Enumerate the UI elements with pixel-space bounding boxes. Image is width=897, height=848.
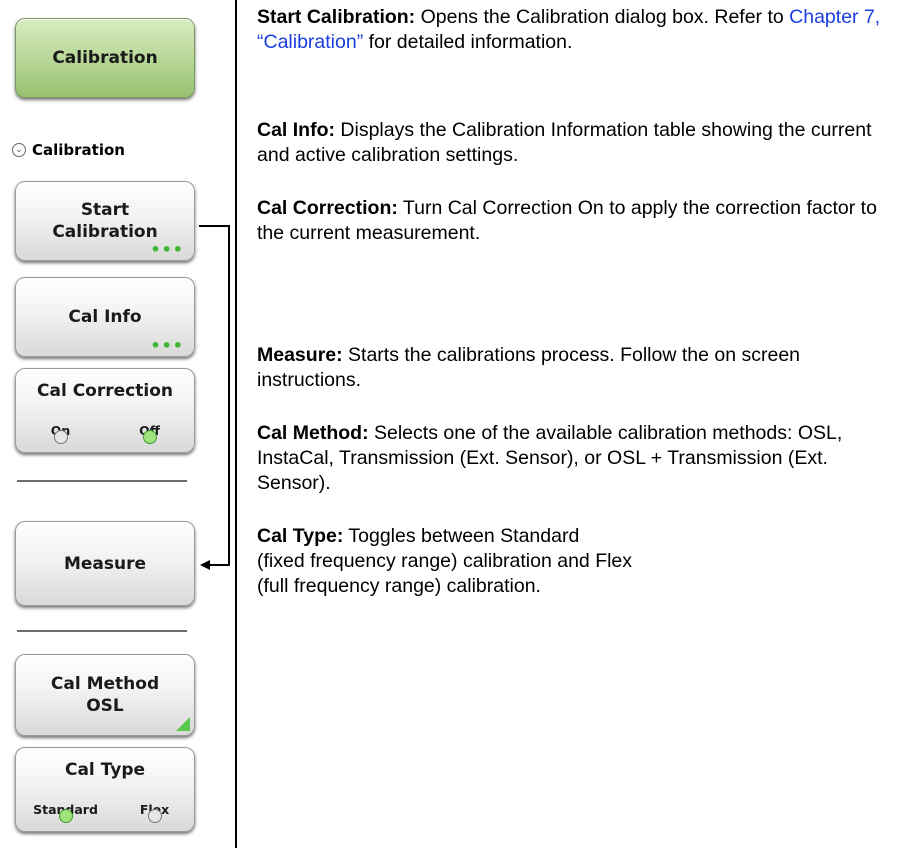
start-calibration-label-line2: Calibration (52, 222, 158, 242)
cal-info-button[interactable]: Cal Info ••• (15, 277, 195, 357)
bracket-connector-top (199, 225, 229, 227)
desc-cal-correction: Cal Correction: Turn Cal Correction On t… (257, 196, 887, 246)
toggle-option-standard: Standard (26, 802, 106, 823)
desc-term: Cal Correction: (257, 197, 398, 219)
desc-term: Cal Info: (257, 119, 335, 141)
desc-text: Toggles between Standard (343, 525, 580, 547)
toggle-option-off: Off (120, 423, 180, 444)
desc-term: Measure: (257, 344, 343, 366)
column-divider (235, 0, 237, 848)
menu-title-label: Calibration (32, 141, 125, 159)
start-calibration-label-line1: Start (80, 200, 130, 220)
start-calibration-button[interactable]: Start Calibration ••• (15, 181, 195, 261)
measure-label: Measure (63, 553, 147, 574)
desc-cal-info: Cal Info: Displays the Calibration Infor… (257, 118, 887, 168)
desc-text: (fixed frequency range) calibration and … (257, 550, 633, 572)
calibration-main-button[interactable]: Calibration (15, 18, 195, 98)
separator (17, 630, 187, 632)
bracket-connector-bottom (210, 564, 230, 566)
chevron-down-icon: ⌄ (12, 143, 26, 157)
cal-type-toggle[interactable]: Cal Type Standard Flex (15, 747, 195, 832)
submenu-dots-icon: ••• (150, 336, 184, 355)
desc-text: Displays the Calibration Information tab… (257, 119, 872, 166)
submenu-dots-icon: ••• (150, 240, 184, 259)
bracket-connector-vertical (228, 225, 230, 565)
indicator-off-icon (147, 809, 162, 823)
desc-text: for detailed information. (363, 31, 573, 53)
desc-text: (full frequency range) calibration. (257, 575, 541, 597)
cal-method-value: OSL (86, 696, 124, 716)
calibration-menu-title[interactable]: ⌄ Calibration (12, 141, 125, 159)
desc-term: Start Calibration: (257, 6, 416, 28)
measure-button[interactable]: Measure (15, 521, 195, 606)
cal-correction-options: On Off (16, 423, 194, 444)
cal-correction-label: Cal Correction (37, 381, 173, 401)
desc-term: Cal Method: (257, 422, 369, 444)
arrow-left-icon (200, 560, 210, 570)
cal-method-label: Cal Method (50, 674, 160, 694)
desc-text: Opens the Calibration dialog box. Refer … (415, 6, 790, 28)
cal-correction-toggle[interactable]: Cal Correction On Off (15, 368, 195, 453)
indicator-selected-icon (58, 809, 73, 823)
cal-method-button[interactable]: Cal Method OSL (15, 654, 195, 736)
desc-cal-method: Cal Method: Selects one of the available… (257, 421, 887, 496)
desc-cal-type: Cal Type: Toggles between Standard (fixe… (257, 524, 887, 599)
desc-term: Cal Type: (257, 525, 344, 547)
toggle-option-on: On (31, 423, 91, 444)
indicator-selected-icon (142, 430, 157, 444)
separator (17, 480, 187, 482)
toggle-option-flex: Flex (125, 802, 185, 823)
cal-info-label: Cal Info (68, 307, 142, 327)
cal-type-options: Standard Flex (16, 802, 194, 823)
selection-corner-icon (176, 717, 190, 731)
desc-start-calibration: Start Calibration: Opens the Calibration… (257, 5, 887, 55)
desc-measure: Measure: Starts the calibrations process… (257, 343, 887, 393)
calibration-main-label: Calibration (52, 48, 158, 68)
indicator-on-icon (53, 430, 68, 444)
cal-type-label: Cal Type (64, 760, 146, 780)
